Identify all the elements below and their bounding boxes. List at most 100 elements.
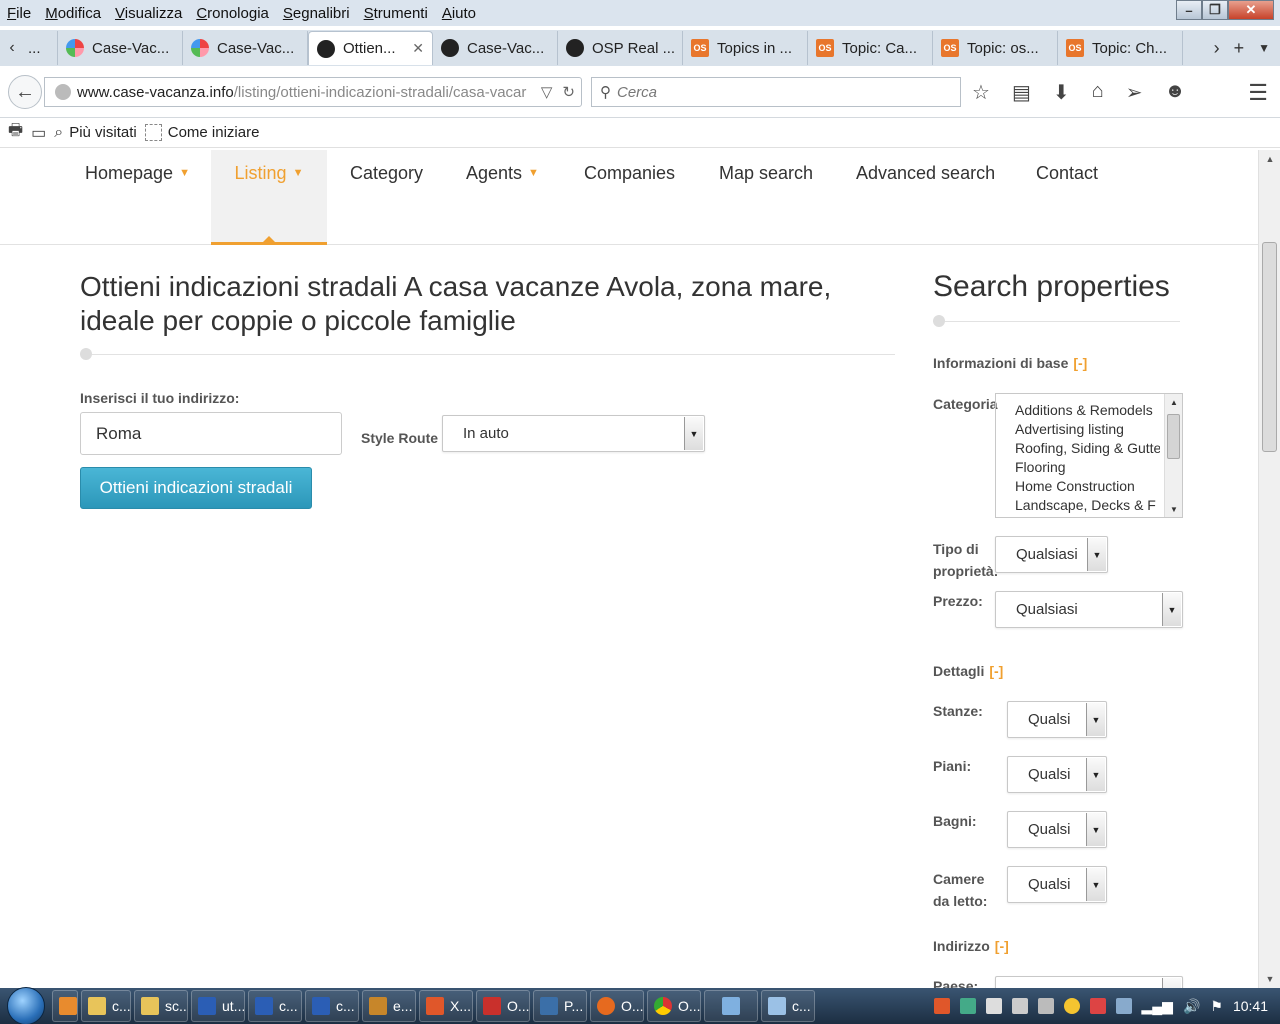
menu-file[interactable]: File [0,5,38,22]
settings-icon[interactable] [1037,998,1054,1014]
nav-category[interactable]: Category [350,150,423,245]
nav-map-search[interactable]: Map search [719,150,813,245]
browser-tab[interactable]: Case-Vac... [433,31,558,65]
bedrooms-select[interactable]: Qualsi ▼ [1007,866,1107,903]
page-scrollbar[interactable]: ▲ ▼ [1258,150,1280,988]
url-dropdown-icon[interactable]: ▽ [541,83,553,101]
taskbar-item[interactable]: sc... [134,990,188,1022]
collapse-toggle[interactable]: [-] [1073,355,1087,371]
taskbar-item[interactable]: c... [248,990,302,1022]
new-tab-icon[interactable]: + [1234,38,1245,59]
scroll-thumb[interactable] [1262,242,1277,452]
nav-contact[interactable]: Contact [1036,150,1098,245]
mail-icon[interactable] [985,998,1002,1014]
browser-tab[interactable]: OS Topic: os... [933,31,1058,65]
menu-segnalibri[interactable]: Segnalibri [276,5,357,22]
taskbar-item[interactable]: O... [590,990,644,1022]
floors-select[interactable]: Qualsi ▼ [1007,756,1107,793]
collapse-toggle[interactable]: [-] [995,938,1009,954]
list-item[interactable]: Additions & Remodels [1015,401,1160,420]
clock[interactable]: 10:41 [1233,998,1268,1014]
menu-visualizza[interactable]: Visualizza [108,5,189,22]
maximize-button[interactable]: ❐ [1202,0,1228,20]
browser-tab[interactable]: Case-Vac... [58,31,183,65]
taskbar-item[interactable]: P... [533,990,587,1022]
collapse-toggle[interactable]: [-] [989,663,1003,679]
scroll-thumb[interactable] [1167,414,1180,459]
taskbar-media-player[interactable] [52,990,78,1022]
display-icon[interactable] [1115,998,1132,1014]
reload-icon[interactable]: ↻ [562,83,575,101]
browser-tab[interactable]: OS Topics in ... [683,31,808,65]
address-input[interactable] [80,412,342,455]
taskbar-item[interactable]: O... [647,990,701,1022]
nav-advanced-search[interactable]: Advanced search [856,150,995,245]
category-listbox[interactable]: Additions & Remodels Advertising listing… [995,393,1183,518]
list-item[interactable]: Roofing, Siding & Gutters [1015,439,1160,458]
taskbar-item[interactable] [704,990,758,1022]
nav-companies[interactable]: Companies [584,150,675,245]
bookmark-getting-started[interactable]: Come iniziare [144,124,259,141]
alert-icon[interactable] [1089,998,1106,1014]
camera-icon[interactable] [1011,998,1028,1014]
rooms-select[interactable]: Qualsi ▼ [1007,701,1107,738]
nav-homepage[interactable]: Homepage ▼ [85,150,190,245]
tab-scroll-left-icon[interactable]: ‹ [0,30,24,66]
list-item[interactable]: Home Construction [1015,477,1160,496]
bookmark-star-icon[interactable]: ☆ [972,80,990,105]
taskbar-item[interactable]: c... [761,990,815,1022]
scroll-up-icon[interactable]: ▲ [1165,394,1182,410]
menu-modifica[interactable]: Modifica [38,5,108,22]
signal-icon[interactable]: ▂▄▆ [1142,998,1173,1015]
search-input[interactable]: ⚲ Cerca [591,77,961,107]
close-window-button[interactable]: ✕ [1228,0,1274,20]
minimize-button[interactable]: – [1176,0,1202,20]
menu-strumenti[interactable]: Strumenti [357,5,435,22]
list-item[interactable]: Flooring [1015,458,1160,477]
taskbar-item[interactable]: O... [476,990,530,1022]
sync-icon[interactable] [959,998,976,1014]
country-select[interactable]: ▼ [995,976,1183,988]
scroll-down-icon[interactable]: ▼ [1165,501,1182,517]
taskbar-item[interactable]: c... [81,990,131,1022]
list-item[interactable]: Landscape, Decks & F [1015,496,1160,515]
baths-select[interactable]: Qualsi ▼ [1007,811,1107,848]
menu-aiuto[interactable]: Aiuto [435,5,483,22]
download-icon[interactable]: ⬇ [1053,80,1070,105]
tab-scroll-right-icon[interactable]: › [1214,38,1220,59]
home-icon[interactable]: ⌂ [1092,80,1104,105]
browser-tab-active[interactable]: Ottien... ✕ [308,31,433,65]
xampp-tray-icon[interactable] [933,998,950,1014]
taskbar-item[interactable]: ut... [191,990,245,1022]
browser-tab[interactable]: OSP Real ... [558,31,683,65]
hamburger-menu-icon[interactable]: ☰ [1248,80,1268,106]
security-icon[interactable] [1063,998,1080,1014]
bookmark-most-visited[interactable]: ⌕ Più visitati [54,124,137,142]
price-select[interactable]: Qualsiasi ▼ [995,591,1183,628]
volume-icon[interactable]: 🔊 [1183,998,1200,1015]
list-item[interactable]: Advertising listing [1015,420,1160,439]
close-tab-icon[interactable]: ✕ [412,40,424,57]
browser-tab[interactable]: OS Topic: Ch... [1058,31,1183,65]
taskbar-item[interactable]: e... [362,990,416,1022]
route-style-select[interactable]: In auto ▼ [442,415,705,452]
menu-cronologia[interactable]: Cronologia [189,5,276,22]
browser-tab[interactable]: ... [24,31,58,65]
reading-list-icon[interactable]: ▤ [1012,80,1031,105]
nav-agents[interactable]: Agents ▼ [466,150,539,245]
chat-icon[interactable]: ☻ [1164,80,1185,105]
get-directions-button[interactable]: Ottieni indicazioni stradali [80,467,312,509]
nav-listing[interactable]: Listing ▼ [211,150,327,245]
print-icon[interactable]: 🖶 [8,119,23,146]
tab-list-chevron-down-icon[interactable]: ▼ [1258,41,1270,55]
send-icon[interactable]: ➢ [1126,80,1143,105]
taskbar-item[interactable]: X... [419,990,473,1022]
url-bar[interactable]: www.case-vacanza.info /listing/ottieni-i… [44,77,582,107]
flag-icon[interactable]: ⚑ [1210,998,1223,1015]
browser-tab[interactable]: Case-Vac... [183,31,308,65]
browser-tab[interactable]: OS Topic: Ca... [808,31,933,65]
window-icon[interactable]: ▭ [31,123,46,143]
taskbar-item[interactable]: c... [305,990,359,1022]
listbox-scrollbar[interactable]: ▲ ▼ [1164,394,1182,517]
start-button[interactable] [0,987,52,1024]
